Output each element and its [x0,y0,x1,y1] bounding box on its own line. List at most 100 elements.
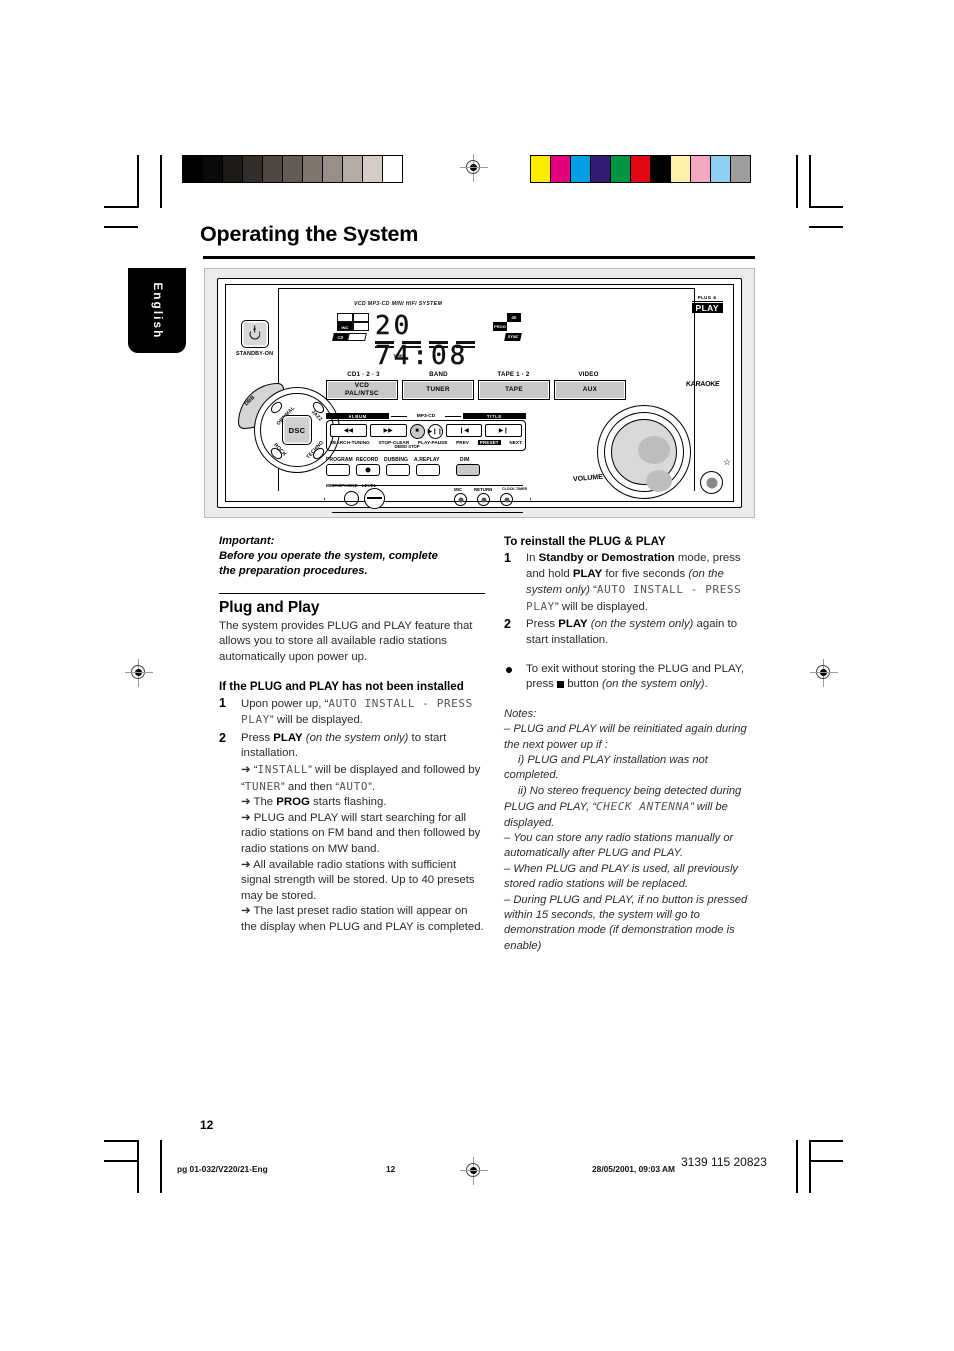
return-jack-label: RETURN [474,487,493,492]
note-line: i) PLUG and PLAY installation was not [518,753,708,766]
title-underline [203,256,755,259]
dash-group [429,341,448,349]
swatch [323,156,343,182]
jack-return[interactable] [477,493,490,506]
fast-forward-button[interactable]: ▶▶ [369,423,407,437]
crop-mark-br-v [809,1140,811,1193]
dubbing-button[interactable] [386,464,410,476]
dash-group [375,341,394,349]
microphone-level-knob[interactable] [364,488,385,509]
clock-timer-label: CLOCK-TIMER [502,487,528,491]
note-line: – You can store any radio stations manua… [504,832,734,860]
exit-bullet: To exit without storing the PLUG and PLA… [504,662,756,693]
record-label: RECORD [356,457,379,463]
display-icon-sync: SYNC [504,333,522,341]
jack-clock-timer[interactable] [500,493,513,506]
section-divider [219,592,485,595]
stop-button[interactable]: ■ [409,423,425,439]
step-text: Press PLAY (on the system only) to start… [241,731,447,760]
dim-button[interactable] [456,464,480,476]
footer-date: 28/05/2001, 09:03 AM [592,1164,676,1174]
source-headers: CD1 · 2 · 3 BAND TAPE 1 · 2 VIDEO [326,371,626,378]
crop-mark-tl-v [137,155,139,208]
headphones-icon: ☆ [722,457,731,467]
source-button-aux[interactable]: AUX [554,380,626,400]
language-tab: English [128,268,186,353]
display-icon-box-g [488,333,506,341]
device-inner-frame: VCD MP3-CD MINI HIFI SYSTEM PLUG & PLAY … [225,284,734,513]
swatch [671,156,691,182]
standby-on-button[interactable] [240,320,269,348]
display-icon-box-a [337,313,353,322]
crop-mark-bl-v [137,1140,139,1193]
a-replay-button[interactable] [416,464,440,476]
dsc-button[interactable]: DSC [282,415,312,445]
display-icon-box-b [353,313,369,322]
subheading-not-installed: If the PLUG and PLAY has not been instal… [219,679,464,693]
transport-control-group: ALBUM MP3-CD TITLE ◀◀ ▶▶ ■ ▶❙❙ ❙◀ ▶❙ SEA… [326,413,526,451]
dash-group [456,341,475,349]
title-label: TITLE [462,413,526,419]
mic-jack-label: MIC [454,487,463,492]
swatch [223,156,243,182]
important-note: Important: Before you operate the system… [219,534,485,580]
note-line: – PLUG and PLAY will be reinitiated agai… [504,723,747,751]
demo-stop-label: DEMO STOP [394,444,420,449]
program-label: PROGRAM [326,457,353,463]
notes-title: Notes: [504,707,537,720]
footer-page: 12 [386,1164,396,1174]
crop-mark-tl-h [104,206,138,208]
note-line: – During PLUG and PLAY, if no button is … [504,893,748,952]
list-item: 2 Press PLAY (on the system only) to sta… [219,731,485,936]
arrow-note: ➔ The last preset radio station will app… [241,905,484,933]
dim-label: DIM [460,457,470,463]
swatch [531,156,551,182]
transport-body: ◀◀ ▶▶ ■ ▶❙❙ ❙◀ ▶❙ SEARCH-TUNING STOP-CLE… [326,420,526,451]
note-line: completed. [504,769,559,782]
dubbing-label: DUBBING [384,457,409,463]
source-header-tape: TAPE 1 · 2 [497,371,530,378]
device-system-label: VCD MP3-CD MINI HIFI SYSTEM [354,301,443,307]
important-line-3: the preparation procedures. [219,565,368,578]
next-button[interactable]: ▶❙ [485,423,522,437]
grayscale-swatch-strip [182,155,403,183]
standby-on-label: STANDBY-ON [236,351,274,357]
previous-button[interactable]: ❙◀ [445,423,483,437]
arrow-note: ➔ The PROG starts flashing. [241,796,387,809]
jack-mic[interactable] [454,493,467,506]
dash-group [402,341,421,349]
source-button-tuner[interactable]: TUNER [402,380,474,400]
bullet-icon [506,666,512,673]
display-icon-box-c [353,322,369,331]
crop-mark-br-v2 [796,1140,798,1193]
display-icon-box-f [507,322,521,331]
device-display: INC CD 2074:08 TIMER 4X PROG SYNC [331,311,522,371]
arrow-note: ➔ All available radio stations with suff… [241,858,475,902]
play-pause-button[interactable]: ▶❙❙ [427,423,443,439]
source-buttons: VCD PAL/NTSC TUNER TAPE AUX [326,380,626,400]
function-labels: PROGRAM RECORD DUBBING A.REPLAY DIM [326,457,526,463]
color-swatch-strip [530,155,751,183]
swatch [631,156,651,182]
exit-bullet-text: To exit without storing the PLUG and PLA… [526,662,745,691]
karaoke-logo: KARAOKE [685,381,720,388]
headphone-jack[interactable] [700,471,723,494]
volume-knob[interactable] [597,405,691,499]
source-button-tape[interactable]: TAPE [478,380,550,400]
program-button[interactable] [326,464,350,476]
crop-mark-tr-v [809,155,811,208]
rewind-button[interactable]: ◀◀ [330,423,367,437]
footer-code: 3139 115 20823 [681,1155,767,1169]
crop-mark-bl-h2 [104,1160,138,1162]
record-button[interactable] [356,464,380,476]
microphone-jack[interactable] [344,491,359,506]
transport-top-labels: ALBUM MP3-CD TITLE [326,413,526,419]
plug-play-logo-top: PLUG & [691,295,723,302]
display-icon-inc: INC [337,322,353,331]
dbb-label: DBB [243,394,257,408]
mp3cd-label: MP3-CD [391,414,461,419]
function-buttons [326,464,526,476]
note-line: ii) No stereo frequency being detected d… [518,784,742,797]
step-number: 2 [504,617,511,632]
swatch [731,156,750,182]
